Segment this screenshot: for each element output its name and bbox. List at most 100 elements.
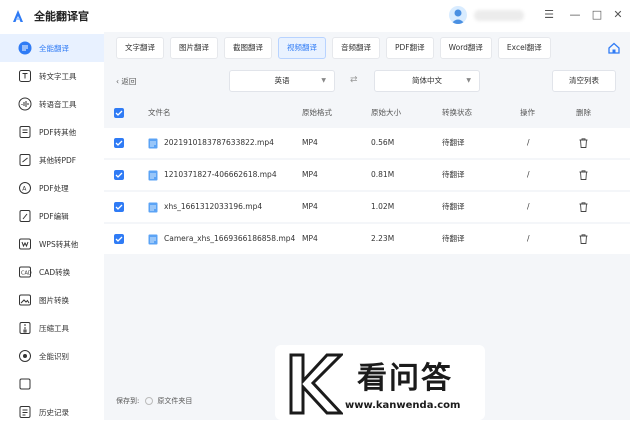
column-header-action: 操作 (520, 108, 535, 117)
trash-icon[interactable] (579, 138, 588, 148)
cad-icon: CAD (19, 266, 32, 278)
sidebar-item-other-to-pdf[interactable]: 其他转PDF (0, 146, 104, 174)
back-button[interactable]: ‹ 返回 (116, 76, 136, 87)
sidebar-item-cad-convert[interactable]: CAD CAD转换 (0, 258, 104, 286)
file-format: MP4 (302, 202, 318, 211)
save-original-folder-radio[interactable] (145, 397, 154, 405)
tab-word-translate[interactable]: Word翻译 (439, 37, 492, 59)
trash-icon[interactable] (579, 234, 588, 244)
sidebar-item-pdf-process[interactable]: A PDF处理 (0, 174, 104, 202)
tab-video-translate[interactable]: 视频翻译 (278, 37, 326, 59)
pdf-process-icon: A (19, 182, 31, 194)
to-pdf-icon (19, 154, 31, 166)
table-row[interactable]: Camera_xhs_1669366186858.mp4 MP4 2.23M 待… (104, 224, 630, 254)
username-blurred (474, 10, 524, 21)
file-name: 20219101837876338​22.mp4 (164, 138, 274, 147)
source-language-value: 英语 (274, 76, 290, 85)
row-checkbox[interactable] (114, 170, 124, 180)
column-header-delete: 删除 (576, 108, 591, 117)
file-size: 0.56M (371, 138, 395, 147)
sidebar-item-label: 转文字工具 (39, 71, 77, 81)
home-icon[interactable] (608, 42, 620, 54)
tab-text-translate[interactable]: 文字翻译 (116, 37, 164, 59)
sidebar-item-pdf-to-other[interactable]: PDF转其他 (0, 118, 104, 146)
table-row[interactable]: 20219101837876338​22.mp4 MP4 0.56M 待翻译 / (104, 128, 630, 158)
column-header-size: 原始大小 (371, 108, 401, 117)
tab-excel-translate[interactable]: Excel翻译 (497, 37, 551, 59)
sidebar-item-label: PDF转其他 (39, 127, 77, 137)
sidebar-item-image-convert[interactable]: 图片转换 (0, 286, 104, 314)
sidebar: 全能翻译 转文字工具 转语音工具 PDF转其他 其他转PDF A PDF处理 P… (0, 32, 104, 420)
sidebar-item-wps-to-other[interactable]: WPS转其他 (0, 230, 104, 258)
file-action[interactable]: / (527, 192, 530, 222)
sidebar-item-recognize[interactable]: 全能识别 (0, 342, 104, 370)
tab-image-translate[interactable]: 图片翻译 (170, 37, 218, 59)
tab-pdf-translate[interactable]: PDF翻译 (386, 37, 434, 59)
svg-text:CAD: CAD (21, 271, 32, 277)
minimize-button[interactable]: — (568, 8, 582, 22)
tab-audio-translate[interactable]: 音频翻译 (332, 37, 380, 59)
file-size: 2.23M (371, 234, 395, 243)
select-all-checkbox[interactable] (114, 108, 124, 118)
file-format: MP4 (302, 170, 318, 179)
check-icon (115, 236, 123, 242)
sidebar-item-pdf-edit[interactable]: PDF编辑 (0, 202, 104, 230)
menu-icon[interactable]: ☰ (542, 8, 556, 22)
file-status: 待翻译 (442, 170, 465, 179)
sidebar-item-compress[interactable]: 压缩工具 (0, 314, 104, 342)
check-icon (115, 110, 123, 116)
video-file-icon (148, 202, 158, 213)
table-header: 文件名 原始格式 原始大小 转换状态 操作 删除 (104, 102, 630, 124)
save-to-label: 保存到: (116, 397, 140, 405)
sidebar-item-label: WPS转其他 (39, 239, 79, 249)
image-convert-icon (19, 294, 31, 306)
column-header-filename: 文件名 (148, 108, 171, 117)
text-tool-icon (19, 70, 31, 82)
column-header-status: 转换状态 (442, 108, 472, 117)
check-icon (115, 204, 123, 210)
target-language-select[interactable]: 简体中文 ▼ (374, 70, 480, 92)
watermark-url: www.kanwenda.com (345, 400, 461, 411)
app-title: 全能翻译官 (34, 10, 89, 23)
source-language-select[interactable]: 英语 ▼ (229, 70, 335, 92)
translate-tabs: 文字翻译 图片翻译 截图翻译 视频翻译 音频翻译 PDF翻译 Word翻译 Ex… (116, 37, 557, 59)
file-name: 1210371827-406662618.mp4 (164, 170, 277, 179)
video-file-icon (148, 138, 158, 149)
sidebar-item-voice-tool[interactable]: 转语音工具 (0, 90, 104, 118)
pdf-edit-icon (19, 210, 31, 222)
watermark: 看问答 www.kanwenda.com (275, 345, 485, 420)
target-language-value: 简体中文 (412, 76, 442, 85)
maximize-button[interactable]: □ (590, 8, 604, 22)
sidebar-item-text-tool[interactable]: 转文字工具 (0, 62, 104, 90)
tab-screenshot-translate[interactable]: 截图翻译 (224, 37, 272, 59)
row-checkbox[interactable] (114, 138, 124, 148)
swap-languages-icon[interactable]: ⇄ (350, 75, 358, 85)
check-icon (115, 172, 123, 178)
sidebar-item-all-translate[interactable]: 全能翻译 (0, 34, 104, 62)
row-checkbox[interactable] (114, 202, 124, 212)
file-action[interactable]: / (527, 160, 530, 190)
voice-tool-icon (18, 97, 32, 111)
svg-text:A: A (22, 186, 27, 193)
table-row[interactable]: xhs_1661312033196.mp4 MP4 1.02M 待翻译 / (104, 192, 630, 222)
clear-list-button[interactable]: 清空列表 (552, 70, 616, 92)
file-action[interactable]: / (527, 224, 530, 254)
title-bar: 全能翻译官 ☰ — □ ✕ (0, 0, 630, 32)
partial-icon (19, 378, 31, 390)
avatar-icon (451, 9, 465, 24)
sidebar-item-history[interactable]: 历史记录 (0, 398, 104, 426)
close-button[interactable]: ✕ (611, 8, 625, 22)
sidebar-item-partial[interactable] (0, 370, 104, 398)
video-file-icon (148, 234, 158, 245)
user-avatar[interactable] (449, 6, 467, 24)
file-status: 待翻译 (442, 202, 465, 211)
sidebar-item-label: 转语音工具 (39, 99, 77, 109)
trash-icon[interactable] (579, 202, 588, 212)
file-size: 0.81M (371, 170, 395, 179)
chevron-down-icon: ▼ (466, 77, 471, 84)
row-checkbox[interactable] (114, 234, 124, 244)
file-action[interactable]: / (527, 128, 530, 158)
watermark-logo-icon (289, 353, 343, 415)
table-row[interactable]: 1210371827-406662618.mp4 MP4 0.81M 待翻译 / (104, 160, 630, 190)
trash-icon[interactable] (579, 170, 588, 180)
